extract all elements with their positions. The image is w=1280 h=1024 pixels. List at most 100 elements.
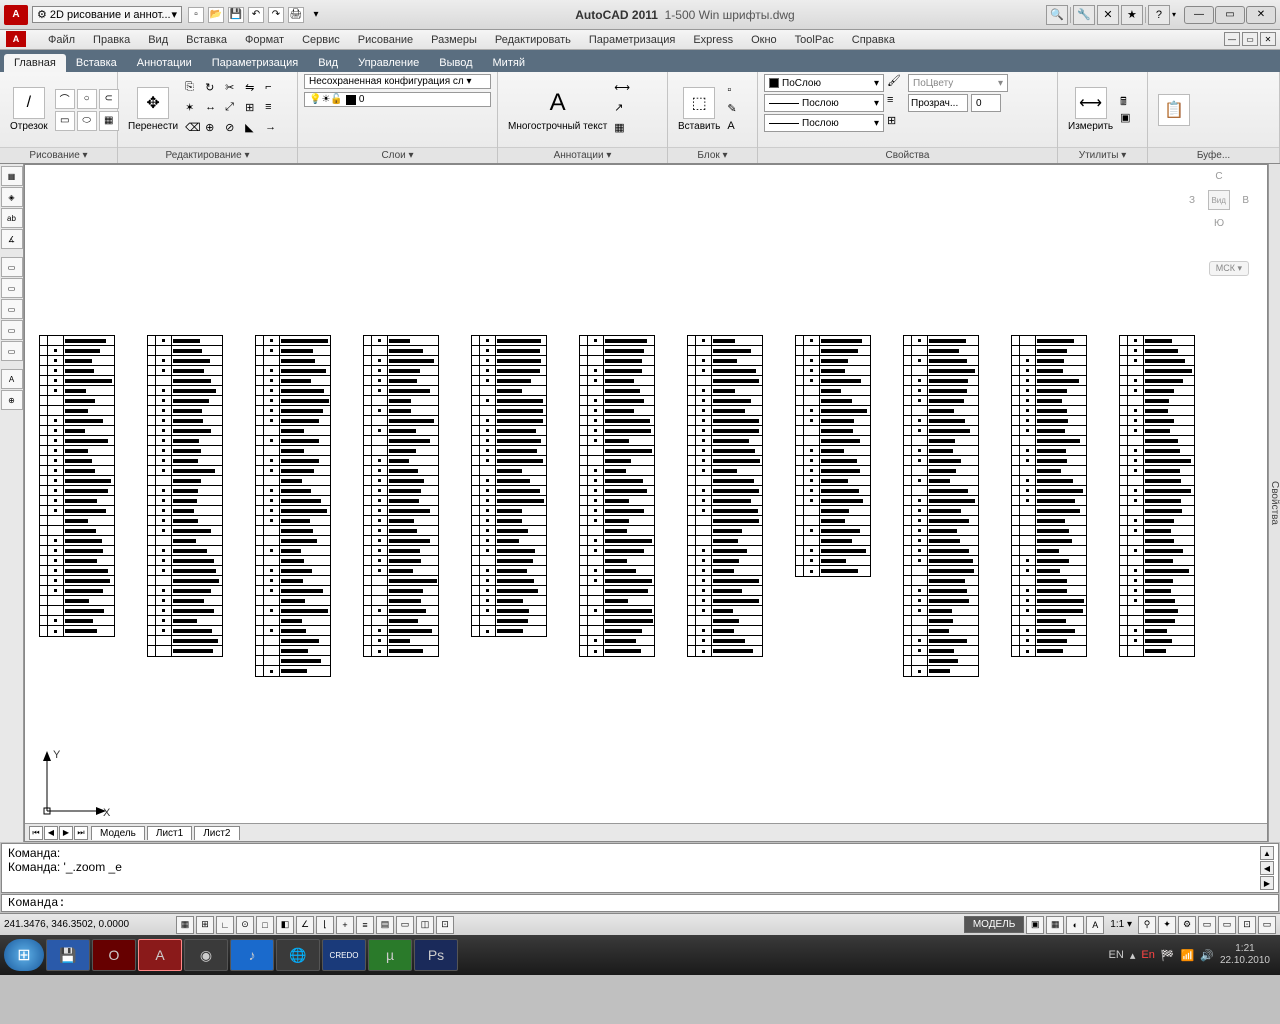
rect-icon[interactable]: ▭ [55,111,75,131]
exchange-icon[interactable]: ✕ [1097,5,1119,25]
dim-linear-icon[interactable]: ⟷ [614,81,636,99]
tb-itunes[interactable]: ♪ [230,939,274,971]
tpy-toggle[interactable]: ▤ [376,916,394,934]
ucs-dropdown[interactable]: МСК ▾ [1209,261,1249,276]
mirror-icon[interactable]: ⇋ [245,81,263,99]
tray-net-icon[interactable]: 📶 [1181,949,1195,962]
paste-button[interactable]: 📋 [1154,92,1194,128]
offset-icon[interactable]: ≡ [265,101,283,119]
trim-icon[interactable]: ✂ [225,81,243,99]
join-icon[interactable]: ⊕ [205,121,223,139]
tab-next-icon[interactable]: ▶ [59,826,73,840]
panel-props-label[interactable]: Свойства [758,147,1057,163]
viewcube-face[interactable]: Вид [1208,190,1230,210]
layer-config-dropdown[interactable]: Несохраненная конфигурация сл ▾ [304,74,491,89]
key-icon[interactable]: 🔧 [1073,5,1095,25]
tb-credo[interactable]: CREDO [322,939,366,971]
tab-last-icon[interactable]: ⏭ [74,826,88,840]
lt-icon-3[interactable]: ab [1,208,23,228]
menu-help[interactable]: Справка [844,32,903,48]
lt-icon-9[interactable]: ▭ [1,341,23,361]
break-icon[interactable]: ⊘ [225,121,243,139]
selectall-icon[interactable]: ▣ [1120,111,1138,127]
extend-icon[interactable]: → [265,121,283,139]
panel-util-label[interactable]: Утилиты ▾ [1058,147,1147,163]
status-icon-i[interactable]: ⊡ [1238,916,1256,934]
panel-annot-label[interactable]: Аннотации ▾ [498,147,667,163]
ortho-toggle[interactable]: ∟ [216,916,234,934]
osnap-toggle[interactable]: □ [256,916,274,934]
erase-icon[interactable]: ⌫ [185,121,203,139]
insert-button[interactable]: ⬚ Вставить [674,85,724,134]
annoscale-icon[interactable]: A [1086,916,1104,934]
help-dropdown-icon[interactable]: ▾ [1172,10,1176,19]
qat-new-icon[interactable]: ▫ [188,7,204,23]
tray-vol-icon[interactable]: 🔊 [1200,949,1214,962]
doc-close-button[interactable]: ✕ [1260,32,1276,46]
fillet-icon[interactable]: ⌐ [265,81,283,99]
copy-icon[interactable]: ⎘ [185,81,203,99]
model-space-button[interactable]: МОДЕЛЬ [964,916,1024,933]
status-icon-b[interactable]: ▦ [1046,916,1064,934]
menu-express[interactable]: Express [685,32,741,48]
menu-file[interactable]: Файл [40,32,83,48]
tray-lang[interactable]: EN [1109,949,1124,961]
viewcube-north[interactable]: С [1189,171,1249,182]
tb-opera[interactable]: O [92,939,136,971]
tab-insert[interactable]: Вставка [66,54,127,72]
qat-print-icon[interactable]: 🖨 [288,7,304,23]
block-edit-icon[interactable]: ✎ [727,102,745,118]
calc-icon[interactable]: 🖩 [1120,93,1138,109]
status-icon-a[interactable]: ▣ [1026,916,1044,934]
panel-block-label[interactable]: Блок ▾ [668,147,757,163]
qp-toggle[interactable]: ▭ [396,916,414,934]
qat-more-icon[interactable]: ▾ [308,7,324,23]
command-history[interactable]: Команда: Команда: '_.zoom _e ▲ ◀ ▶ [1,843,1279,893]
doc-minimize-button[interactable]: — [1224,32,1240,46]
tab-layout1[interactable]: Лист1 [147,826,192,840]
menu-tools[interactable]: Сервис [294,32,348,48]
cmd-scrollbar[interactable]: ▲ ◀ ▶ [1260,846,1276,890]
ducs-toggle[interactable]: ⌊ [316,916,334,934]
lt-icon-11[interactable]: ⊕ [1,390,23,410]
lt-icon-10[interactable]: A [1,369,23,389]
tab-home[interactable]: Главная [4,54,66,72]
lineweight-dropdown[interactable]: Послою ▾ [764,94,884,112]
scroll-left-icon[interactable]: ◀ [1260,861,1274,875]
qat-redo-icon[interactable]: ↷ [268,7,284,23]
minimize-button[interactable]: — [1184,6,1214,24]
color-dropdown[interactable]: ПоСлою ▾ [764,74,884,92]
props-dialog-icon[interactable]: ⊞ [887,114,905,132]
command-input[interactable]: Команда: [1,894,1279,912]
tb-app4[interactable]: ◉ [184,939,228,971]
menu-modify[interactable]: Редактировать [487,32,579,48]
menu-parametric[interactable]: Параметризация [581,32,683,48]
menu-draw[interactable]: Рисование [350,32,421,48]
lt-icon-8[interactable]: ▭ [1,320,23,340]
polyline-icon[interactable]: ⌒ [55,89,75,109]
tab-prev-icon[interactable]: ◀ [44,826,58,840]
lt-icon-5[interactable]: ▭ [1,257,23,277]
line-button[interactable]: / Отрезок [6,85,52,134]
tab-custom[interactable]: Митяй [483,54,535,72]
leader-icon[interactable]: ↗ [614,101,636,119]
panel-modify-label[interactable]: Редактирование ▾ [118,147,297,163]
sc-toggle[interactable]: ◫ [416,916,434,934]
workspace-dropdown[interactable]: ⚙ 2D рисование и аннот... ▾ [32,6,182,23]
polar-toggle[interactable]: ⊙ [236,916,254,934]
block-create-icon[interactable]: ▫ [727,84,745,100]
tb-app6[interactable]: 🌐 [276,939,320,971]
star-icon[interactable]: ★ [1121,5,1143,25]
status-icon-c[interactable]: ◐ [1066,916,1084,934]
viewcube-west[interactable]: З [1189,195,1195,206]
mtext-button[interactable]: A Многострочный текст [504,85,611,134]
list-icon[interactable]: ≡ [887,94,905,112]
tab-annot[interactable]: Аннотации [127,54,202,72]
start-button[interactable]: ⊞ [4,939,44,971]
otrack-toggle[interactable]: ∠ [296,916,314,934]
array-icon[interactable]: ⊞ [245,101,263,119]
transparency-input[interactable]: 0 [971,94,1001,112]
viewcube-east[interactable]: В [1242,195,1249,206]
ellipse-icon[interactable]: ⬭ [77,111,97,131]
lt-icon-2[interactable]: ◈ [1,187,23,207]
